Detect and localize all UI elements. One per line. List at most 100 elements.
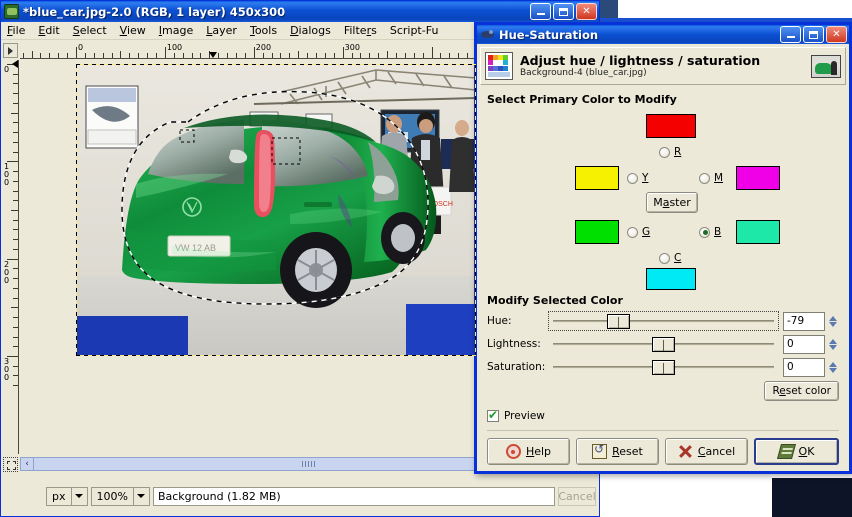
saturation-spinbox[interactable]: 0	[783, 357, 825, 377]
scroll-left-button[interactable]: ‹	[20, 457, 34, 471]
radio-label-c: C	[674, 252, 682, 264]
close-icon[interactable]: ✕	[826, 26, 847, 43]
radio-label-g: G	[642, 226, 651, 238]
radio-row-g[interactable]: G	[627, 226, 650, 238]
cancel-button[interactable]: Cancel	[665, 438, 748, 465]
dialog-window-controls: ✕	[780, 26, 847, 43]
lightness-label: Lightness:	[487, 338, 541, 350]
ok-icon	[776, 444, 796, 459]
radio-label-r: R	[674, 146, 682, 158]
close-icon[interactable]: ✕	[576, 3, 597, 20]
lightness-slider-thumb[interactable]	[652, 337, 675, 352]
radio-label-m: M	[714, 172, 724, 184]
minimize-icon[interactable]	[530, 3, 551, 20]
vertical-ruler[interactable]: 0 100 200 300	[3, 60, 19, 454]
minimize-icon[interactable]	[780, 26, 801, 43]
swatch-magenta[interactable]	[736, 166, 780, 190]
hue-slider-thumb[interactable]	[606, 314, 630, 329]
gimp-title-bar[interactable]: *blue_car.jpg-2.0 (RGB, 1 layer) 450x300…	[1, 1, 599, 22]
stepper-down-icon	[828, 367, 837, 373]
radio-yellow[interactable]	[627, 172, 638, 184]
radio-row-m[interactable]: M	[699, 172, 723, 184]
menu-item-edit[interactable]: Edit	[38, 24, 59, 37]
reset-color-button[interactable]: Reset color	[764, 381, 839, 401]
hue-saturation-icon	[481, 28, 494, 41]
menu-item-script-fu[interactable]: Script-Fu	[390, 24, 439, 37]
lightness-stepper[interactable]	[826, 334, 839, 354]
radio-magenta[interactable]	[699, 172, 710, 184]
primary-color-grid: R Y M Master G B C	[487, 108, 839, 292]
preview-checkbox[interactable]	[487, 408, 499, 422]
saturation-label: Saturation:	[487, 361, 546, 373]
unit-combo[interactable]: px	[46, 486, 88, 506]
preview-row[interactable]: Preview	[487, 408, 839, 422]
dialog-heading: Adjust hue / lightness / saturation	[520, 52, 761, 68]
radio-row-b[interactable]: B	[699, 226, 721, 238]
radio-blue[interactable]	[699, 226, 710, 238]
screen: *blue_car.jpg-2.0 (RGB, 1 layer) 450x300…	[0, 0, 852, 517]
help-label: Help	[525, 445, 552, 458]
reset-button[interactable]: Reset	[576, 438, 659, 465]
saturation-stepper[interactable]	[826, 357, 839, 377]
status-cancel-button[interactable]: Cancel	[558, 486, 596, 506]
menu-item-view[interactable]: View	[120, 24, 146, 37]
help-icon	[505, 444, 521, 459]
hue-spinbox[interactable]: -79	[783, 311, 825, 331]
radio-cyan[interactable]	[659, 252, 670, 264]
chevron-down-icon[interactable]	[132, 487, 149, 505]
saturation-slider-thumb[interactable]	[652, 360, 675, 375]
swatch-green[interactable]	[575, 220, 619, 244]
lightness-spinbox[interactable]: 0	[783, 334, 825, 354]
reset-color-label: Reset color	[772, 385, 831, 397]
gimp-status-bar: px 100% Background (1.82 MB) Cancel	[2, 482, 598, 510]
menu-item-image[interactable]: Image	[159, 24, 193, 37]
modify-section-label: Modify Selected Color	[487, 294, 623, 307]
slider-row-saturation: Saturation: 0	[487, 357, 839, 377]
slider-row-hue: Hue: -79	[487, 311, 839, 331]
dialog-title-bar[interactable]: Hue-Saturation ✕	[477, 25, 849, 44]
swatch-yellow[interactable]	[575, 166, 619, 190]
radio-green[interactable]	[627, 226, 638, 238]
swatch-cyan[interactable]	[646, 268, 696, 290]
menu-item-layer[interactable]: Layer	[206, 24, 237, 37]
lightness-slider[interactable]	[549, 335, 778, 353]
radio-red[interactable]	[659, 146, 670, 158]
stepper-up-icon	[828, 338, 837, 344]
radio-row-y[interactable]: Y	[627, 172, 648, 184]
maximize-icon[interactable]	[553, 3, 574, 20]
stepper-up-icon	[828, 315, 837, 321]
hue-saturation-dialog: Hue-Saturation ✕ Adjust hue / lightness …	[474, 22, 852, 474]
saturation-slider[interactable]	[549, 358, 778, 376]
radio-row-r[interactable]: R	[659, 146, 681, 158]
stepper-down-icon	[828, 321, 837, 327]
hue-label: Hue:	[487, 315, 512, 327]
stepper-up-icon	[828, 361, 837, 367]
zoom-value: 100%	[96, 489, 128, 503]
chevron-down-icon[interactable]	[70, 487, 87, 505]
radio-row-c[interactable]: C	[659, 252, 681, 264]
ok-label: OK	[798, 445, 815, 458]
car-photo-graphic: BOSCH VW 12 AB	[76, 64, 476, 356]
swatch-blue[interactable]	[736, 220, 780, 244]
master-button[interactable]: Master	[646, 192, 698, 213]
menu-item-tools[interactable]: Tools	[250, 24, 277, 37]
menu-item-select[interactable]: Select	[73, 24, 107, 37]
quick-mask-icon[interactable]	[3, 457, 18, 472]
zoom-combo[interactable]: 100%	[90, 486, 150, 506]
ok-button[interactable]: OK	[754, 438, 839, 465]
hue-slider[interactable]	[548, 311, 779, 331]
reset-icon	[592, 442, 608, 459]
dialog-button-row: Help Reset Cancel OK	[477, 431, 849, 465]
menu-item-filters[interactable]: Filters	[344, 24, 377, 37]
menu-button[interactable]	[3, 43, 18, 58]
hue-stepper[interactable]	[826, 311, 839, 331]
help-button[interactable]: Help	[487, 438, 570, 465]
maximize-icon[interactable]	[803, 26, 824, 43]
status-message: Background (1.82 MB)	[152, 486, 555, 506]
swatch-red[interactable]	[646, 114, 696, 138]
menu-item-file[interactable]: FFileile	[7, 24, 25, 37]
menu-item-dialogs[interactable]: Dialogs	[290, 24, 331, 37]
reset-label: Reset	[612, 445, 643, 458]
dialog-header: Adjust hue / lightness / saturation Back…	[480, 47, 846, 85]
master-label: Master	[653, 196, 691, 209]
